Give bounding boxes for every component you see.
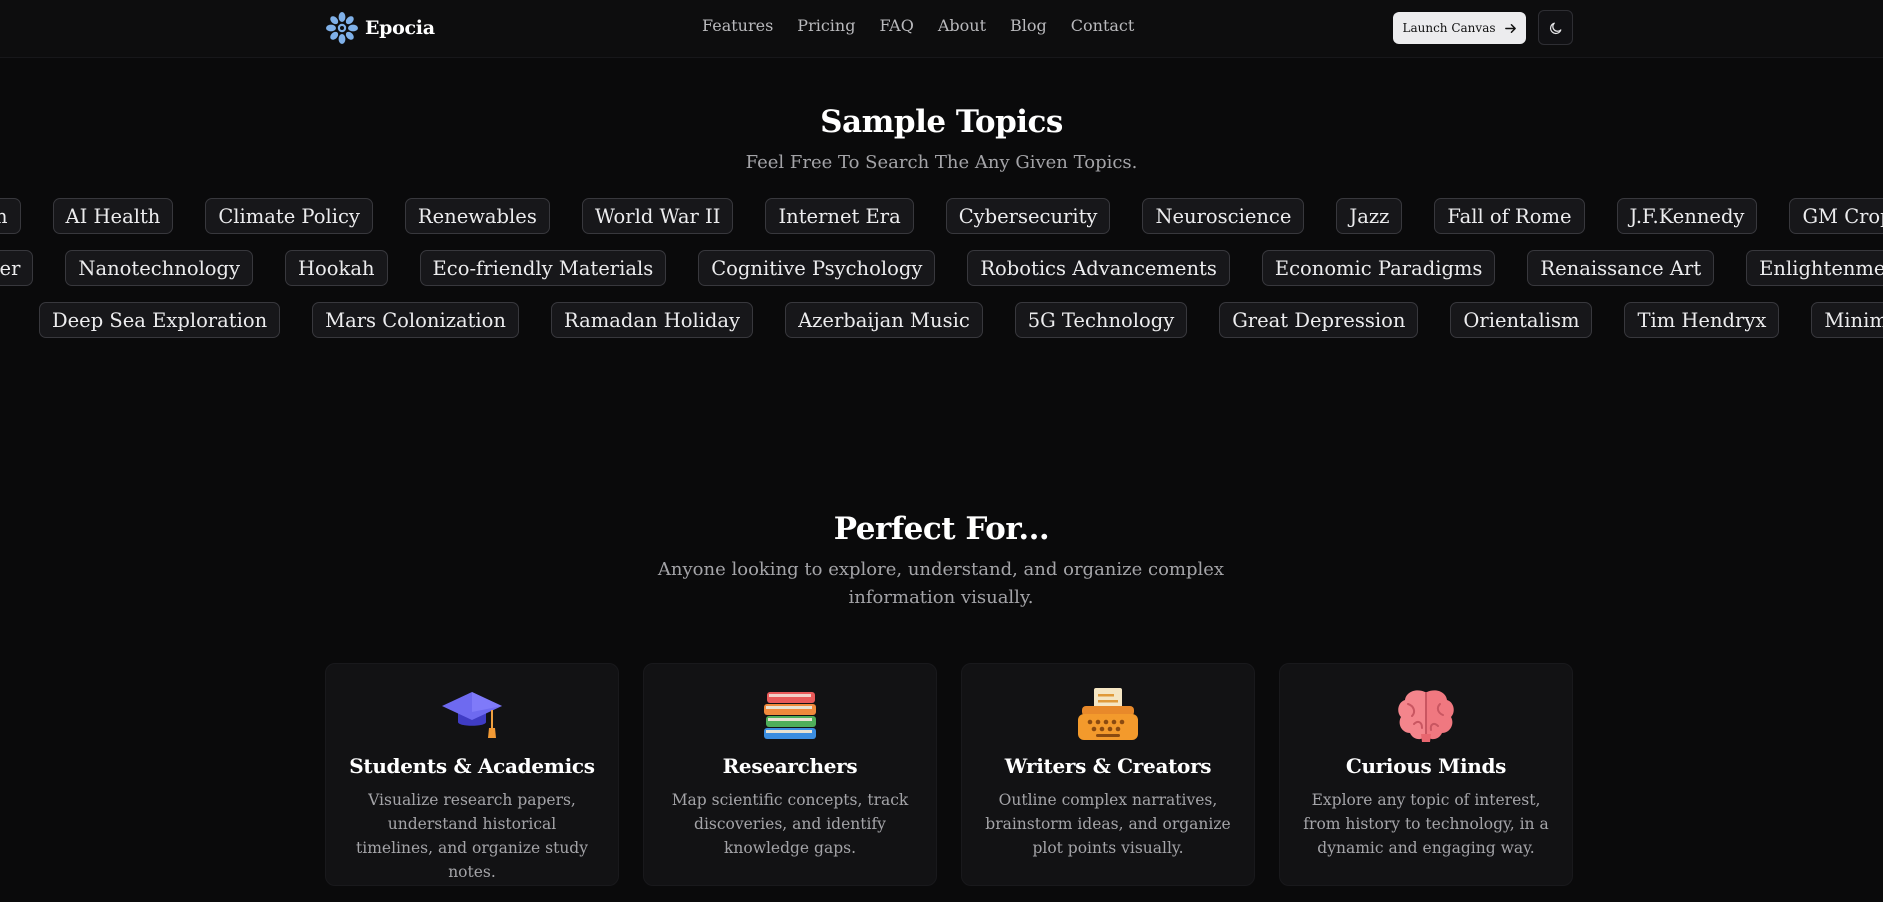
topic-chip-orientalism[interactable]: Orientalism (1450, 302, 1593, 338)
topic-chip-internet-era[interactable]: Internet Era (765, 198, 914, 234)
brand-logo[interactable]: Epocia (325, 12, 435, 44)
perfect-for-title: Perfect For... (833, 511, 1050, 547)
books-icon (764, 692, 816, 739)
brain-icon (1398, 690, 1454, 742)
topic-chip-5g-technology[interactable]: 5G Technology (1014, 302, 1188, 338)
card-title: Researchers (722, 754, 858, 778)
card-description: Explore any topic of interest, from hist… (1303, 791, 1549, 857)
card-curious-minds: Curious Minds Explore any topic of inter… (1279, 663, 1573, 886)
card-title: Students & Academics (349, 754, 595, 778)
topic-chip-her[interactable]: her (0, 250, 34, 286)
topics-marquee-row-3: Deep Sea Exploration Mars Colonization Ram… (0, 302, 1883, 340)
nav-link-blog[interactable]: Blog (1010, 16, 1047, 35)
topic-chip-economic-paradigms[interactable]: Economic Paradigms (1261, 250, 1496, 286)
nav-link-contact[interactable]: Contact (1071, 16, 1135, 35)
topic-chip-ai-health[interactable]: AI Health (52, 198, 174, 234)
topic-chip-minimalist-d[interactable]: Minimalist D (1811, 302, 1883, 338)
topic-chip-tim-hendryx[interactable]: Tim Hendryx (1624, 302, 1780, 338)
nav-link-faq[interactable]: FAQ (879, 16, 913, 35)
card-description: Map scientific concepts, track discoveri… (671, 791, 909, 857)
nav-link-features[interactable]: Features (702, 16, 773, 35)
topic-chip-nanotechnology[interactable]: Nanotechnology (65, 250, 254, 286)
launch-canvas-button[interactable]: Launch Canvas (1393, 12, 1526, 44)
topic-chip-world-war-ii[interactable]: World War II (581, 198, 734, 234)
topic-chip-eco-friendly-materials[interactable]: Eco-friendly Materials (419, 250, 667, 286)
arrow-right-icon (1504, 23, 1516, 33)
topic-chip-climate-policy[interactable]: Climate Policy (205, 198, 373, 234)
topic-chip-renewables[interactable]: Renewables (404, 198, 550, 234)
card-students: Students & Academics Visualize research … (325, 663, 619, 886)
card-researchers: Researchers Map scientific concepts, tra… (643, 663, 937, 886)
topics-marquee-row-2: her Nanotechnology Hookah Eco-friendly Mate… (0, 250, 1883, 288)
nav-links: Features Pricing FAQ About Blog Contact (702, 16, 1134, 35)
nav-link-pricing[interactable]: Pricing (797, 16, 855, 35)
topic-chip-cybersecurity[interactable]: Cybersecurity (945, 198, 1111, 234)
audience-cards: Students & Academics Visualize research … (325, 663, 1573, 886)
card-description: Outline complex narratives, brainstorm i… (985, 791, 1231, 857)
card-description: Visualize research papers, understand hi… (356, 791, 588, 881)
topics-marquee-row-1: oin AI Health Climate Policy Renewables Worl… (0, 198, 1883, 236)
typewriter-icon (1078, 688, 1138, 740)
topics-track-2: her Nanotechnology Hookah Eco-friendly Mate… (0, 250, 1883, 286)
topic-chip-gm-crops[interactable]: GM Crops (1789, 198, 1883, 234)
topic-chip-deep-sea-exploration[interactable]: Deep Sea Exploration (39, 302, 281, 338)
topic-chip-jazz[interactable]: Jazz (1336, 198, 1403, 234)
topics-track-3: Deep Sea Exploration Mars Colonization Ram… (39, 302, 1883, 338)
launch-canvas-label: Launch Canvas (1402, 21, 1496, 35)
topic-chip-j-f-kennedy[interactable]: J.F.Kennedy (1616, 198, 1758, 234)
topic-chip-cognitive-psychology[interactable]: Cognitive Psychology (698, 250, 936, 286)
sample-topics-subtitle: Feel Free To Search The Any Given Topics… (745, 152, 1138, 173)
topic-chip-fall-of-rome[interactable]: Fall of Rome (1434, 198, 1585, 234)
topic-chip-renaissance-art[interactable]: Renaissance Art (1527, 250, 1715, 286)
graduation-cap-icon (442, 692, 502, 738)
top-nav: Epocia Features Pricing FAQ About Blog C… (0, 0, 1883, 58)
moon-icon (1549, 22, 1561, 34)
card-title: Writers & Creators (1004, 754, 1212, 778)
topic-chip-mars-colonization[interactable]: Mars Colonization (312, 302, 519, 338)
topic-chip-azerbaijan-music[interactable]: Azerbaijan Music (785, 302, 983, 338)
topic-chip-neuroscience[interactable]: Neuroscience (1142, 198, 1305, 234)
card-writers: Writers & Creators Outline complex narra… (961, 663, 1255, 886)
perfect-for-subtitle: Anyone looking to explore, understand, a… (657, 559, 1225, 608)
topic-chip-oin[interactable]: oin (0, 198, 21, 234)
card-title: Curious Minds (1345, 754, 1507, 778)
nav-link-about[interactable]: About (938, 16, 986, 35)
topic-chip-enlightenment-t[interactable]: Enlightenment T (1746, 250, 1883, 286)
topics-track-1: oin AI Health Climate Policy Renewables Worl… (0, 198, 1883, 234)
sample-topics-title: Sample Topics (820, 104, 1063, 140)
topic-chip-ramadan-holiday[interactable]: Ramadan Holiday (550, 302, 754, 338)
brand-name: Epocia (365, 17, 435, 39)
topic-chip-robotics-advancements[interactable]: Robotics Advancements (967, 250, 1230, 286)
topic-chip-great-depression[interactable]: Great Depression (1219, 302, 1419, 338)
topic-chip-hookah[interactable]: Hookah (285, 250, 388, 286)
theme-toggle-button[interactable] (1538, 10, 1573, 45)
flower-logo-icon (326, 12, 358, 44)
